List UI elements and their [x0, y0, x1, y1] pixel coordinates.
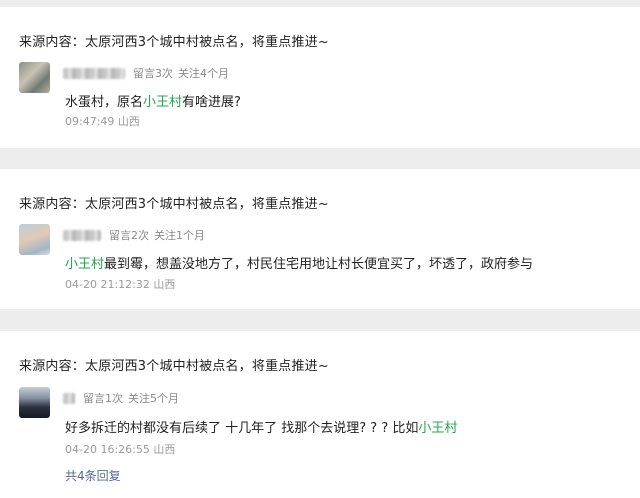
message-count: 留言3次	[133, 67, 173, 80]
follow-duration: 关注1个月	[154, 229, 205, 242]
village-link[interactable]: 小王村	[143, 95, 182, 110]
time-value: 04-20 21:12:32	[65, 278, 150, 291]
source-content[interactable]: 来源内容：太原河西3个城中村被点名，将重点推进~	[19, 193, 329, 212]
source-content[interactable]: 来源内容：太原河西3个城中村被点名，将重点推进~	[19, 355, 329, 374]
comment-card: 来源内容：太原河西3个城中村被点名，将重点推进~ 留言3次 关注4个月 水蛋村，…	[0, 7, 640, 148]
comment-timestamp: 04-20 21:12:32 山西	[65, 276, 175, 292]
time-value: 09:47:49	[65, 115, 115, 128]
view-replies-link[interactable]: 共4条回复	[65, 467, 121, 484]
blurred-username[interactable]	[63, 392, 75, 404]
commenter-meta: 留言1次 关注5个月	[63, 390, 179, 406]
avatar[interactable]	[19, 62, 50, 93]
commenter-meta: 留言3次 关注4个月	[63, 65, 229, 81]
blurred-username[interactable]	[63, 229, 101, 241]
comment-timestamp: 09:47:49 山西	[65, 113, 140, 129]
commenter-meta: 留言2次 关注1个月	[63, 227, 205, 243]
comment-text: 小王村最到霉，想盖没地方了，村民住宅用地让村长便宜买了，坏透了，政府参与	[65, 253, 533, 272]
location-value: 山西	[153, 278, 176, 291]
village-link[interactable]: 小王村	[65, 257, 104, 272]
comment-feed: 来源内容：太原河西3个城中村被点名，将重点推进~ 留言3次 关注4个月 水蛋村，…	[0, 0, 640, 498]
comment-card: 来源内容：太原河西3个城中村被点名，将重点推进~ 留言1次 关注5个月 好多拆迁…	[0, 331, 640, 498]
avatar[interactable]	[19, 387, 50, 418]
follow-duration: 关注4个月	[178, 67, 229, 80]
time-value: 04-20 16:26:55	[65, 443, 150, 456]
message-count: 留言1次	[83, 392, 123, 405]
comment-text-after: 最到霉，想盖没地方了，村民住宅用地让村长便宜买了，坏透了，政府参与	[104, 257, 534, 272]
comment-card: 来源内容：太原河西3个城中村被点名，将重点推进~ 留言2次 关注1个月 小王村最…	[0, 169, 640, 309]
message-count: 留言2次	[109, 229, 149, 242]
follow-duration: 关注5个月	[128, 392, 179, 405]
comment-timestamp: 04-20 16:26:55 山西	[65, 441, 175, 457]
comment-text-before: 好多拆迁的村都没有后续了 十几年了 找那个去说理? ? ? 比如	[65, 421, 419, 436]
blurred-username[interactable]	[63, 67, 125, 79]
village-link[interactable]: 小王村	[418, 421, 457, 436]
comment-text: 好多拆迁的村都没有后续了 十几年了 找那个去说理? ? ? 比如小王村	[65, 417, 457, 436]
avatar[interactable]	[19, 224, 50, 255]
location-value: 山西	[153, 443, 176, 456]
location-value: 山西	[117, 115, 140, 128]
comment-text-before: 水蛋村，原名	[65, 95, 144, 110]
comment-text: 水蛋村，原名小王村有啥进展?	[65, 91, 241, 110]
source-content[interactable]: 来源内容：太原河西3个城中村被点名，将重点推进~	[19, 31, 329, 50]
comment-text-after: 有啥进展?	[182, 95, 241, 110]
